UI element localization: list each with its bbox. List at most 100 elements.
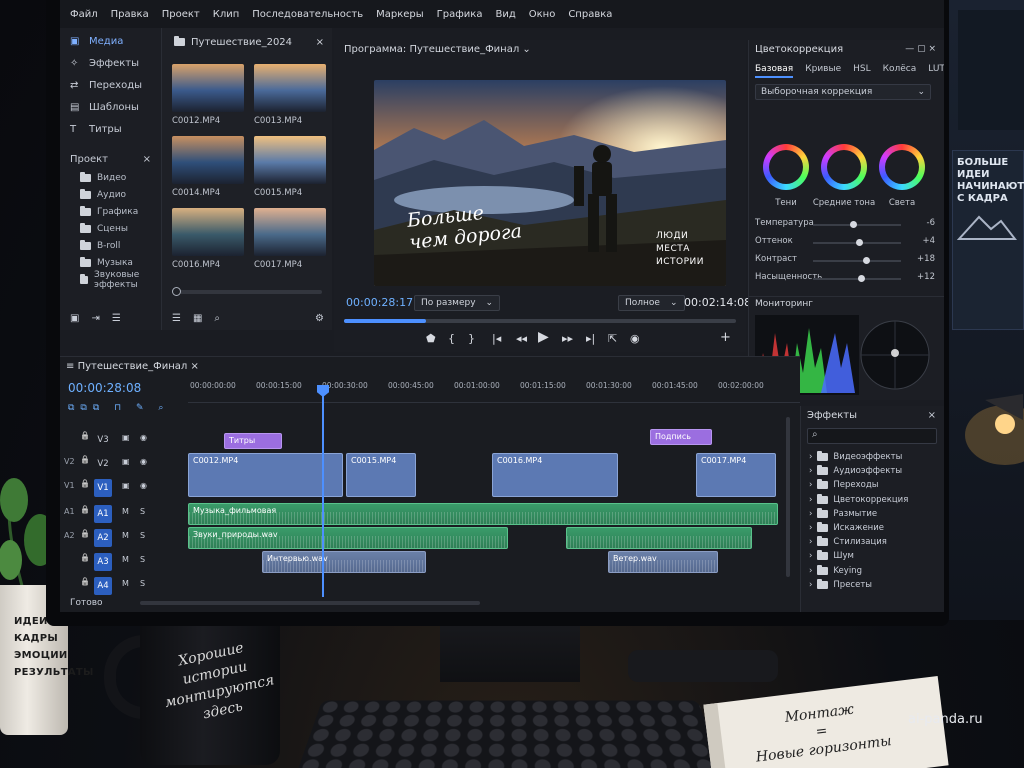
solo-icon[interactable]: S — [140, 579, 145, 588]
audio-clip[interactable]: Интервью.wav — [262, 551, 426, 573]
color-tab[interactable]: LUT — [928, 64, 944, 78]
search-icon[interactable]: ⌕ — [214, 313, 220, 324]
settings-icon[interactable]: ⚙ — [315, 313, 324, 324]
video-preview[interactable]: Больше чем дорога ЛЮДИ МЕСТА ИСТОРИИ — [374, 80, 726, 286]
list-icon[interactable]: ☰ — [112, 313, 121, 324]
solo-icon[interactable]: S — [140, 555, 145, 564]
nav-item[interactable]: ⇄ Переходы — [60, 74, 161, 96]
sync-icon[interactable]: ▣ — [122, 433, 130, 442]
project-folder[interactable]: Графика — [60, 203, 161, 220]
solo-icon[interactable]: S — [140, 507, 145, 516]
effects-folder[interactable]: › Аудиоэффекты — [809, 464, 902, 478]
slider-track[interactable] — [813, 239, 901, 246]
track-target[interactable]: V2 — [94, 455, 112, 473]
project-folder[interactable]: Музыка — [60, 254, 161, 271]
source-patch[interactable]: A1 — [64, 507, 75, 516]
clip-thumbnail[interactable] — [254, 136, 326, 184]
track-lane[interactable] — [188, 575, 800, 597]
lock-icon[interactable]: 🔒 — [80, 529, 90, 538]
timeline-tab[interactable]: ≡ Путешествие_Финал × — [66, 361, 199, 372]
menu-item[interactable]: Маркеры — [376, 9, 424, 20]
color-tab[interactable]: Кривые — [805, 64, 841, 78]
step-back-icon[interactable]: ◂◂ — [516, 332, 527, 345]
effects-folder[interactable]: › Keying — [809, 564, 862, 578]
bin-zoom-slider[interactable] — [172, 287, 322, 296]
grid-view-icon[interactable]: ▦ — [193, 313, 202, 324]
audio-clip[interactable] — [566, 527, 752, 549]
video-clip[interactable]: C0016.MP4 — [492, 453, 618, 497]
clip-thumbnail[interactable] — [254, 64, 326, 112]
source-patch[interactable]: V1 — [64, 481, 75, 490]
lock-icon[interactable]: 🔒 — [80, 431, 90, 440]
nav-item[interactable]: ▣ Медиа — [60, 30, 161, 52]
project-folder[interactable]: Аудио — [60, 186, 161, 203]
mark-in-icon[interactable]: { — [448, 332, 455, 345]
panel-icon[interactable]: ▣ — [70, 313, 79, 324]
mute-icon[interactable]: M — [122, 555, 129, 564]
effects-folder[interactable]: › Стилизация — [809, 535, 887, 549]
lock-icon[interactable]: 🔒 — [80, 455, 90, 464]
eye-icon[interactable]: ◉ — [140, 457, 147, 466]
color-tab[interactable]: Базовая — [755, 64, 794, 78]
play-icon[interactable]: ▶ — [538, 329, 549, 345]
nav-item[interactable]: T Титры — [60, 118, 161, 140]
color-tab[interactable]: HSL — [853, 64, 871, 78]
time-ruler[interactable]: 00:00:00:00 00:00:15:00 00:00:30:00 00:00:4… — [188, 377, 800, 403]
timeline-vscroll[interactable] — [786, 417, 790, 577]
timeline-tools[interactable]: ⧉⧉⧉ ⊓ ✎ ⌕ — [68, 403, 169, 413]
timeline-scrollbar[interactable] — [140, 601, 480, 605]
menu-item[interactable]: Правка — [111, 9, 149, 20]
audio-clip[interactable]: Ветер.wav — [608, 551, 718, 573]
menu-item[interactable]: Вид — [495, 9, 515, 20]
video-clip[interactable]: C0015.MP4 — [346, 453, 416, 497]
clip-thumbnail[interactable] — [172, 64, 244, 112]
midtones-wheel[interactable] — [821, 144, 867, 190]
slider-knob[interactable] — [849, 221, 857, 228]
menu-item[interactable]: Файл — [70, 9, 98, 20]
program-scrubber[interactable] — [344, 319, 736, 323]
effects-folder[interactable]: › Цветокоррекция — [809, 493, 908, 507]
import-icon[interactable]: ⇥ — [91, 313, 99, 324]
quality-dropdown[interactable]: Полное ⌄ — [618, 295, 685, 311]
shadows-wheel[interactable] — [763, 144, 809, 190]
project-folder[interactable]: Видео — [60, 169, 161, 186]
mute-icon[interactable]: M — [122, 579, 129, 588]
clip-thumbnail[interactable] — [172, 136, 244, 184]
list-view-icon[interactable]: ☰ — [172, 313, 181, 324]
menu-item[interactable]: Справка — [568, 9, 612, 20]
track-target[interactable]: V3 — [94, 431, 112, 449]
slider-knob[interactable] — [862, 257, 870, 264]
effects-search-input[interactable]: ⌕ — [807, 428, 937, 444]
effects-folder[interactable]: › Переходы — [809, 478, 878, 492]
slider-knob[interactable] — [858, 275, 866, 282]
slider-track[interactable] — [813, 275, 901, 282]
project-folder[interactable]: B-roll — [60, 237, 161, 254]
project-folder[interactable]: Звуковые эффекты — [60, 270, 161, 290]
video-clip[interactable]: C0012.MP4 — [188, 453, 343, 497]
menu-item[interactable]: Графика — [437, 9, 483, 20]
effects-folder[interactable]: › Искажение — [809, 521, 884, 535]
track-target[interactable]: V1 — [94, 479, 112, 497]
selective-correction-dropdown[interactable]: Выборочная коррекция ⌄ — [755, 84, 931, 100]
marker-icon[interactable]: ⬟ — [426, 332, 436, 345]
go-to-out-icon[interactable]: ▸| — [586, 332, 595, 345]
lock-icon[interactable]: 🔒 — [80, 505, 90, 514]
highlights-wheel[interactable] — [879, 144, 925, 190]
lock-icon[interactable]: 🔒 — [80, 577, 90, 586]
sync-icon[interactable]: ▣ — [122, 457, 130, 466]
go-to-in-icon[interactable]: |◂ — [492, 332, 501, 345]
slider-track[interactable] — [813, 257, 901, 264]
title-clip[interactable]: Титры — [224, 433, 282, 449]
close-icon[interactable]: × — [928, 410, 936, 421]
fit-dropdown[interactable]: По размеру ⌄ — [414, 295, 501, 311]
step-forward-icon[interactable]: ▸▸ — [562, 332, 573, 345]
lock-icon[interactable]: 🔒 — [80, 553, 90, 562]
close-icon[interactable]: × — [191, 361, 199, 372]
effects-folder[interactable]: › Пресеты — [809, 578, 872, 592]
color-tab[interactable]: Колёса — [883, 64, 917, 78]
project-folder[interactable]: Сцены — [60, 220, 161, 237]
effects-folder[interactable]: › Видеоэффекты — [809, 450, 902, 464]
menu-item[interactable]: Клип — [213, 9, 240, 20]
track-target[interactable]: A4 — [94, 577, 112, 595]
mute-icon[interactable]: M — [122, 507, 129, 516]
